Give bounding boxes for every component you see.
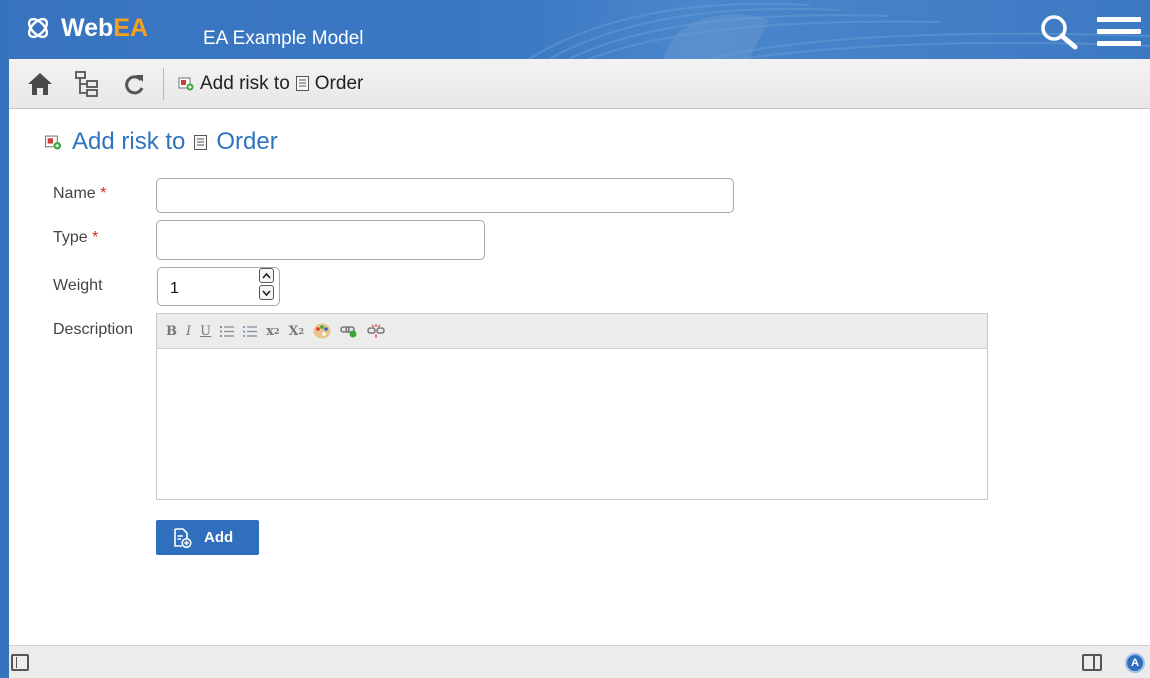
document-element-icon — [295, 76, 309, 91]
unordered-list-button[interactable] — [243, 325, 258, 338]
page-title: Add risk to Order — [44, 128, 278, 156]
properties-panel-icon[interactable] — [1082, 654, 1102, 671]
weight-spinner — [259, 268, 276, 301]
refresh-button[interactable] — [117, 67, 151, 101]
page-title-action: Add risk to — [72, 128, 186, 155]
ordered-list-button[interactable] — [220, 325, 235, 338]
weight-label: Weight — [53, 277, 103, 294]
status-footer: A — [9, 645, 1150, 678]
remove-link-button[interactable] — [367, 324, 385, 338]
name-label-text: Name — [53, 185, 96, 202]
breadcrumb-action: Add risk to — [200, 72, 290, 94]
document-element-icon — [194, 134, 208, 150]
model-tree-button[interactable] — [70, 67, 104, 101]
chevron-down-icon — [262, 289, 271, 296]
app-header: Web EA EA Example Model — [9, 0, 1150, 59]
spinner-up-button[interactable] — [259, 268, 274, 283]
add-risk-icon — [178, 77, 194, 90]
text-color-button[interactable] — [313, 323, 331, 339]
logo-text-ea: EA — [113, 13, 149, 42]
required-marker: * — [100, 185, 107, 202]
type-input[interactable] — [156, 220, 485, 260]
unlink-icon — [367, 324, 385, 338]
webea-logo-icon — [27, 17, 49, 39]
subscript-button[interactable]: X2 — [288, 324, 304, 339]
home-icon — [28, 72, 52, 95]
unordered-list-icon — [243, 325, 258, 337]
toggle-sidebar-icon[interactable] — [11, 654, 29, 671]
underline-button[interactable]: U — [200, 324, 211, 339]
refresh-icon — [125, 74, 144, 94]
add-document-icon — [174, 527, 192, 548]
page-title-target: Order — [216, 128, 278, 155]
logo-text-web: Web — [61, 13, 114, 42]
toolbar-separator — [163, 67, 164, 100]
chevron-up-icon — [262, 272, 271, 279]
insert-link-button[interactable] — [340, 324, 358, 338]
home-button[interactable] — [23, 67, 57, 101]
hamburger-menu-icon[interactable] — [1097, 17, 1141, 49]
webea-logo[interactable]: Web EA — [23, 13, 148, 43]
breadcrumb-target[interactable]: Order — [315, 73, 364, 95]
color-palette-icon — [313, 323, 331, 339]
search-icon[interactable] — [1038, 14, 1078, 50]
editor-toolbar: B I U x2 X2 — [157, 314, 987, 349]
header-wave-decoration — [528, 2, 1150, 59]
ordered-list-icon — [220, 325, 235, 337]
type-label-text: Type — [53, 229, 88, 246]
main-toolbar: Add risk to Order — [9, 59, 1150, 109]
required-marker: * — [92, 229, 99, 246]
add-risk-icon — [44, 135, 62, 149]
description-label: Description — [53, 321, 134, 338]
description-text-area[interactable] — [157, 349, 987, 499]
type-label: Type * — [53, 229, 98, 247]
spinner-down-button[interactable] — [259, 285, 274, 300]
link-icon — [340, 326, 357, 338]
model-tree-icon — [75, 70, 98, 97]
description-editor: B I U x2 X2 — [156, 313, 988, 500]
model-title: EA Example Model — [203, 28, 364, 49]
bold-button[interactable]: B — [166, 324, 177, 339]
italic-button[interactable]: I — [186, 324, 191, 339]
add-button-label: Add — [204, 529, 234, 546]
left-accent-rail — [0, 0, 9, 678]
breadcrumb: Add risk to Order — [178, 73, 363, 95]
name-label: Name * — [53, 185, 106, 203]
add-button[interactable]: Add — [156, 520, 259, 555]
name-input[interactable] — [156, 178, 734, 213]
superscript-button[interactable]: x2 — [266, 324, 279, 339]
user-account-icon[interactable]: A — [1125, 653, 1145, 673]
